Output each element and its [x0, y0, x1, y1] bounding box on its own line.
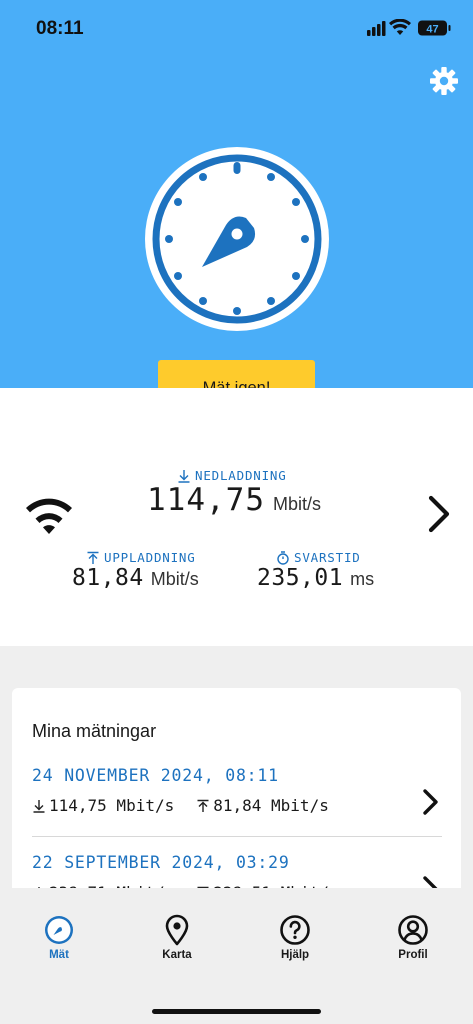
status-time: 08:11: [36, 18, 84, 39]
ping-label-text: SVARSTID: [294, 550, 361, 565]
tab-bar: Mät Karta Hjälp Profil: [0, 888, 473, 1024]
tab-label: Hjälp: [280, 949, 310, 961]
history-row[interactable]: 24 NOVEMBER 2024, 08:11 114,75 Mbit/s 81…: [12, 766, 461, 852]
battery-level: 47: [426, 24, 438, 36]
download-label: NEDLADDNING: [177, 468, 287, 483]
signal-icon: [367, 21, 386, 36]
download-arrow-icon: [33, 799, 45, 813]
battery-icon: 47: [418, 20, 451, 36]
tab-label: Profil: [398, 949, 428, 961]
download-arrow-icon: [178, 469, 190, 483]
help-icon: [280, 915, 310, 945]
history-row-date: 24 NOVEMBER 2024, 08:11: [32, 766, 279, 785]
result-details-chevron-icon[interactable]: [425, 494, 455, 534]
ping-label: SVARSTID: [276, 550, 361, 565]
ping-value: 235,01 ms: [257, 565, 374, 591]
download-unit: Mbit/s: [272, 494, 321, 514]
status-icons: 47: [367, 19, 451, 36]
map-pin-icon: [165, 914, 189, 946]
upload-label: UPPLADDNING: [86, 550, 196, 565]
chevron-right-icon[interactable]: [422, 788, 440, 816]
tab-hjalp[interactable]: Hjälp: [255, 914, 335, 961]
tab-mat[interactable]: Mät: [19, 914, 99, 961]
home-indicator: [152, 1009, 321, 1014]
profile-icon: [398, 915, 428, 945]
download-number: 114,75: [147, 482, 265, 518]
history-title: Mina mätningar: [32, 721, 157, 741]
tab-karta[interactable]: Karta: [137, 914, 217, 961]
wifi-connection-icon: [26, 498, 72, 534]
ping-unit: ms: [350, 569, 375, 589]
download-value: 114,75 Mbit/s: [147, 482, 321, 518]
gauge-icon: [45, 916, 73, 944]
download-label-text: NEDLADDNING: [195, 468, 287, 483]
history-row-download: 114,75 Mbit/s: [49, 796, 175, 815]
history-row-upload: 81,84 Mbit/s: [213, 796, 329, 815]
results-panel: NEDLADDNING 114,75 Mbit/s UPPLADDNING 81…: [0, 388, 473, 646]
stopwatch-icon: [277, 550, 289, 565]
upload-arrow-icon: [197, 799, 209, 812]
tab-profil[interactable]: Profil: [373, 914, 453, 961]
tab-label: Mät: [49, 949, 69, 961]
ping-number: 235,01: [257, 565, 344, 591]
tab-label: Karta: [162, 949, 192, 961]
upload-unit: Mbit/s: [150, 569, 199, 589]
wifi-status-icon: [389, 19, 411, 35]
upload-label-text: UPPLADDNING: [104, 550, 196, 565]
status-bar: 08:11 47: [0, 0, 473, 56]
speed-gauge-icon: [145, 147, 329, 331]
divider: [32, 836, 442, 837]
header-hero: 08:11 47: [0, 0, 473, 388]
upload-arrow-icon: [87, 551, 99, 564]
settings-gear-icon[interactable]: [429, 66, 459, 96]
upload-number: 81,84: [72, 565, 144, 591]
upload-value: 81,84 Mbit/s: [72, 565, 199, 591]
history-row-date: 22 SEPTEMBER 2024, 03:29: [32, 853, 290, 872]
history-row-stats: 114,75 Mbit/s 81,84 Mbit/s: [32, 796, 351, 815]
